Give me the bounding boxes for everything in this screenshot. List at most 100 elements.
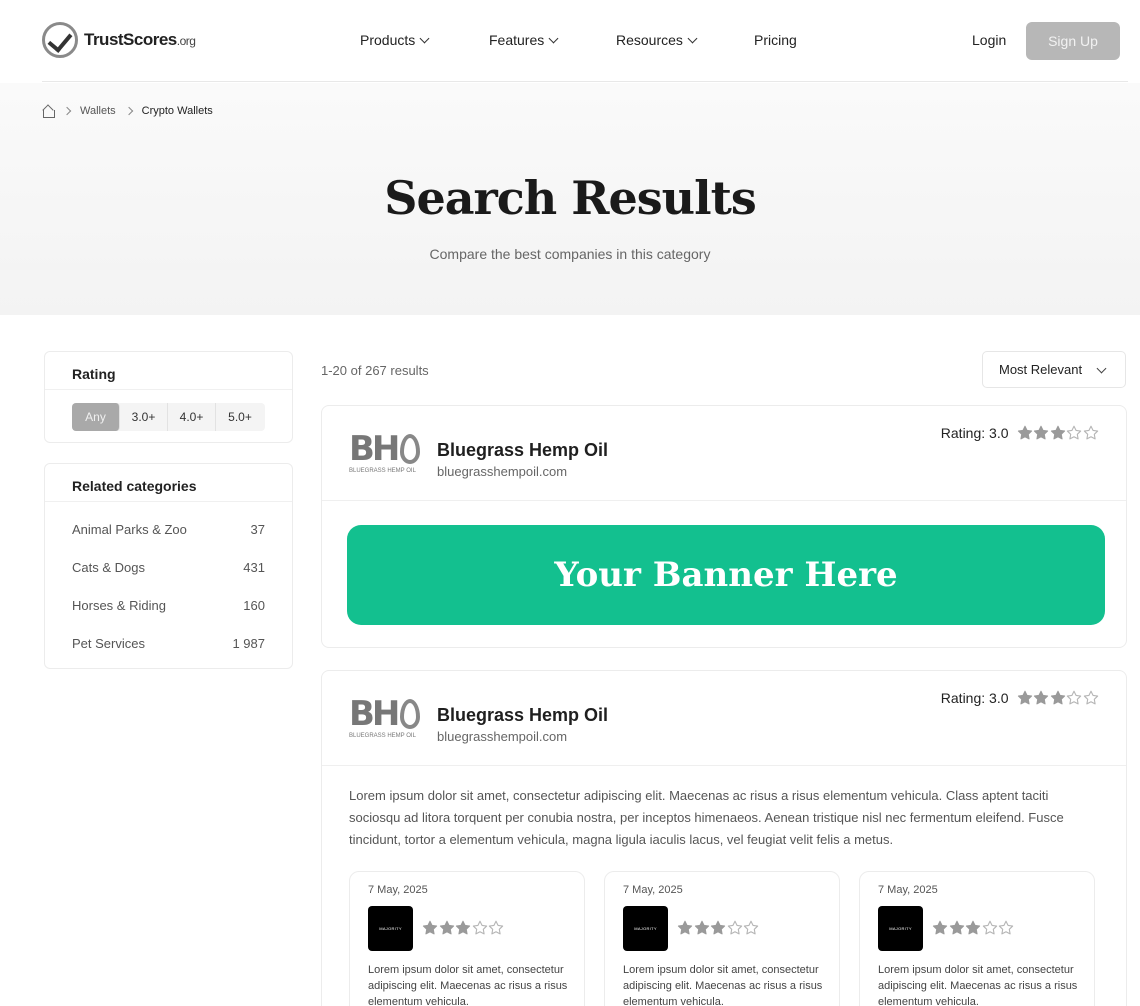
logo-letters: BH (349, 429, 400, 469)
rating-text: Rating: 3.0 (940, 690, 1009, 706)
star-filled-icon (949, 920, 964, 935)
star-filled-icon (1033, 690, 1049, 705)
nav-resources[interactable]: Resources (616, 32, 698, 48)
breadcrumb-current: Crypto Wallets (141, 105, 213, 117)
star-filled-icon (932, 920, 948, 935)
nav-label: Features (489, 32, 545, 48)
review-card[interactable]: 7 May, 2025 MAJORITY Lorem ipsum dolor s… (604, 871, 840, 1006)
star-filled-icon (1017, 690, 1032, 705)
rating-text: Rating: 3.0 (940, 425, 1009, 441)
star-empty-icon (1066, 690, 1082, 705)
category-count: 431 (243, 560, 265, 575)
category-name: Cats & Dogs (72, 560, 145, 575)
nav-pricing[interactable]: Pricing (754, 32, 797, 48)
logo-check-icon (42, 22, 78, 58)
chevron-right-icon (62, 106, 72, 116)
star-filled-icon (965, 920, 981, 935)
company-url[interactable]: bluegrasshempoil.com (437, 464, 567, 479)
company-logo: BH BLUEGRASS HEMP OIL (349, 697, 424, 745)
star-empty-icon (982, 920, 997, 935)
drop-icon (400, 434, 421, 464)
chevron-down-icon (419, 33, 430, 43)
logo-tagline: BLUEGRASS HEMP OIL (349, 733, 416, 739)
rating-filter: Rating Any 3.0+ 4.0+ 5.0+ (44, 351, 293, 443)
breadcrumb-wallets[interactable]: Wallets (80, 105, 116, 117)
review-card[interactable]: 7 May, 2025 MAJORITY Lorem ipsum dolor s… (859, 871, 1095, 1006)
star-empty-icon (998, 920, 1014, 935)
home-icon[interactable] (42, 106, 55, 118)
star-empty-icon (743, 920, 759, 935)
star-filled-icon (677, 920, 693, 935)
review-list: 7 May, 2025 MAJORITY Lorem ipsum dolor s… (349, 871, 1095, 1006)
rating-options: Any 3.0+ 4.0+ 5.0+ (72, 403, 265, 431)
page-title: Search Results (384, 171, 756, 225)
category-name: Animal Parks & Zoo (72, 522, 187, 537)
category-item[interactable]: Cats & Dogs 431 (45, 560, 292, 598)
result-header[interactable]: BH BLUEGRASS HEMP OIL Bluegrass Hemp Oil… (322, 406, 1126, 501)
chevron-down-icon (687, 33, 698, 43)
star-rating (1017, 690, 1100, 706)
header-divider (42, 81, 1128, 82)
chevron-down-icon (1096, 363, 1107, 374)
rating-option-5[interactable]: 5.0+ (216, 403, 264, 431)
review-date: 7 May, 2025 (368, 884, 428, 896)
star-empty-icon (727, 920, 742, 935)
logo-letters: BH (349, 694, 400, 734)
category-item[interactable]: Pet Services 1 987 (45, 636, 292, 674)
star-filled-icon (694, 920, 709, 935)
logo-text: TrustScores.org (84, 30, 196, 49)
rating-option-3[interactable]: 3.0+ (120, 403, 168, 431)
star-empty-icon (488, 920, 504, 935)
rating-option-any[interactable]: Any (72, 403, 120, 431)
result-header[interactable]: BH BLUEGRASS HEMP OIL Bluegrass Hemp Oil… (322, 671, 1126, 766)
star-filled-icon (710, 920, 726, 935)
review-stars (422, 920, 505, 936)
company-rating: Rating: 3.0 (941, 690, 1099, 706)
review-date: 7 May, 2025 (878, 884, 938, 896)
breadcrumb: Wallets Crypto Wallets (42, 105, 213, 118)
signup-button[interactable]: Sign Up (1026, 22, 1120, 60)
company-url[interactable]: bluegrasshempoil.com (437, 729, 567, 744)
nav-products[interactable]: Products (360, 32, 430, 48)
star-empty-icon (1083, 425, 1098, 440)
category-count: 1 987 (232, 636, 265, 651)
site-header: TrustScores.org Products Features Resour… (0, 0, 1140, 82)
star-rating (1017, 425, 1100, 441)
related-categories-title: Related categories (45, 464, 292, 502)
chevron-right-icon (124, 106, 133, 116)
nav-label: Products (360, 32, 416, 48)
category-item[interactable]: Horses & Riding 160 (45, 598, 292, 636)
logo[interactable]: TrustScores.org (42, 22, 196, 58)
category-count: 37 (250, 522, 265, 537)
review-text: Lorem ipsum dolor sit amet, consectetur … (623, 964, 823, 1006)
category-list: Animal Parks & Zoo 37 Cats & Dogs 431 Hors… (45, 502, 292, 674)
company-name[interactable]: Bluegrass Hemp Oil (437, 705, 608, 726)
star-filled-icon (1017, 425, 1032, 440)
company-name[interactable]: Bluegrass Hemp Oil (437, 440, 608, 461)
category-name: Horses & Riding (72, 598, 166, 613)
reviewer-avatar: MAJORITY (878, 906, 923, 951)
rating-option-4[interactable]: 4.0+ (168, 403, 216, 431)
page-subtitle: Compare the best companies in this categ… (429, 246, 711, 262)
ad-banner[interactable]: Your Banner Here (347, 525, 1105, 625)
company-logo: BH BLUEGRASS HEMP OIL (349, 432, 424, 480)
drop-icon (400, 699, 421, 729)
category-item[interactable]: Animal Parks & Zoo 37 (45, 522, 292, 560)
review-card[interactable]: 7 May, 2025 MAJORITY Lorem ipsum dolor s… (349, 871, 585, 1006)
star-filled-icon (1050, 690, 1065, 705)
star-filled-icon (439, 920, 454, 935)
related-categories: Related categories Animal Parks & Zoo 37 … (44, 463, 293, 669)
star-filled-icon (1050, 425, 1065, 440)
category-name: Pet Services (72, 636, 145, 651)
rating-filter-title: Rating (45, 352, 292, 390)
review-text: Lorem ipsum dolor sit amet, consectetur … (368, 964, 568, 1006)
login-link[interactable]: Login (972, 32, 1006, 48)
nav-features[interactable]: Features (489, 32, 559, 48)
company-description: Lorem ipsum dolor sit amet, consectetur … (349, 788, 1064, 847)
star-filled-icon (1033, 425, 1049, 440)
star-empty-icon (1066, 425, 1082, 440)
sort-dropdown[interactable]: Most Relevant (982, 351, 1126, 388)
nav-label: Pricing (754, 32, 797, 48)
category-count: 160 (243, 598, 265, 613)
result-card: BH BLUEGRASS HEMP OIL Bluegrass Hemp Oil… (321, 405, 1127, 648)
